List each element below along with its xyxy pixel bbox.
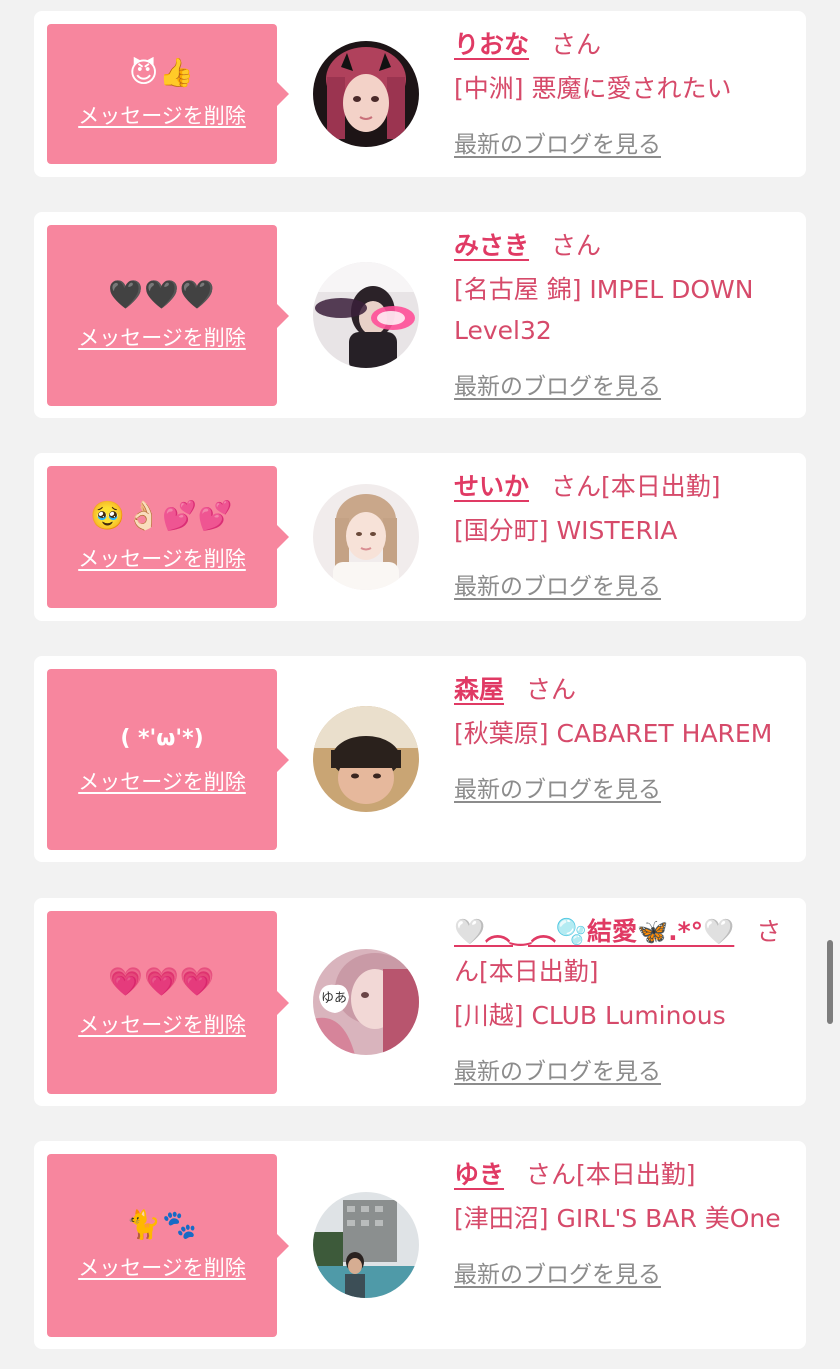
name-line: ゆき さん[本日出勤] bbox=[454, 1155, 784, 1195]
delete-message-link[interactable]: メッセージを削除 bbox=[78, 322, 246, 352]
message-text: 💗💗💗 bbox=[108, 964, 216, 998]
avatar[interactable] bbox=[313, 706, 419, 812]
status-badge: [本日出勤] bbox=[601, 472, 721, 501]
message-bubble: ( *'ω'*) メッセージを削除 bbox=[47, 669, 289, 850]
avatar[interactable] bbox=[313, 41, 419, 147]
delete-message-link[interactable]: メッセージを削除 bbox=[78, 766, 246, 796]
name-line: りおな さん bbox=[454, 25, 784, 65]
latest-blog-link[interactable]: 最新のブログを見る bbox=[454, 1255, 661, 1289]
shop-text: [秋葉原] CABARET HAREM bbox=[454, 719, 773, 748]
message-bubble: 🖤🖤🖤 メッセージを削除 bbox=[47, 225, 289, 406]
svg-text:ゆあ: ゆあ bbox=[321, 991, 347, 1006]
shop-text: [名古屋 錦] IMPEL DOWN Level32 bbox=[454, 275, 754, 345]
status-badge: [本日出勤] bbox=[576, 1160, 696, 1189]
honorific: さん bbox=[526, 1160, 577, 1189]
delete-message-link[interactable]: メッセージを削除 bbox=[78, 1009, 246, 1039]
message-bubble: 😈👍 メッセージを削除 bbox=[47, 24, 289, 164]
avatar[interactable] bbox=[313, 484, 419, 590]
name-line: 🤍︵‿︵🫧結愛🦋.*°🤍 さん[本日出勤] bbox=[454, 912, 784, 992]
cast-name-link[interactable]: ゆき bbox=[454, 1160, 504, 1189]
delete-message-link[interactable]: メッセージを削除 bbox=[78, 100, 246, 130]
shop-text: [中洲] 悪魔に愛されたい bbox=[454, 74, 732, 103]
avatar[interactable] bbox=[313, 262, 419, 368]
shop-text: [津田沼] GIRL'S BAR 美One bbox=[454, 1204, 781, 1233]
shop-text: [川越] CLUB Luminous bbox=[454, 1001, 726, 1030]
status-badge: [本日出勤] bbox=[479, 957, 599, 986]
message-text: 😈👍 bbox=[128, 56, 196, 89]
name-line: せいか さん[本日出勤] bbox=[454, 467, 784, 507]
cast-info: りおな さん [中洲] 悪魔に愛されたい 最新のブログを見る bbox=[454, 25, 784, 159]
message-card: 💗💗💗 メッセージを削除 ゆあ 🤍︵‿︵🫧結愛🦋.*°🤍 さん[本日出勤] [川越… bbox=[34, 898, 806, 1106]
latest-blog-link[interactable]: 最新のブログを見る bbox=[454, 367, 661, 401]
cast-info: ゆき さん[本日出勤] [津田沼] GIRL'S BAR 美One 最新のブログを… bbox=[454, 1155, 784, 1289]
cast-info: 森屋 さん [秋葉原] CABARET HAREM 最新のブログを見る bbox=[454, 670, 784, 804]
latest-blog-link[interactable]: 最新のブログを見る bbox=[454, 770, 661, 804]
avatar[interactable] bbox=[313, 1192, 419, 1298]
message-bubble: 🐈🐾 メッセージを削除 bbox=[47, 1154, 289, 1337]
avatar[interactable]: ゆあ bbox=[313, 949, 419, 1055]
scrollbar[interactable] bbox=[827, 940, 833, 1024]
name-line: 森屋 さん bbox=[454, 670, 784, 710]
cast-name-link[interactable]: 森屋 bbox=[454, 675, 504, 704]
cast-info: 🤍︵‿︵🫧結愛🦋.*°🤍 さん[本日出勤] [川越] CLUB Luminous … bbox=[454, 912, 784, 1086]
message-text: 🥹👌🏻💕💕 bbox=[90, 499, 234, 532]
message-card: ( *'ω'*) メッセージを削除 森屋 さん [秋葉原] CABARET HAR… bbox=[34, 656, 806, 862]
cast-name-link[interactable]: りおな bbox=[454, 30, 529, 59]
message-card: 🖤🖤🖤 メッセージを削除 みさき さん [名古屋 錦] IMPEL DOWN Le… bbox=[34, 212, 806, 418]
name-line: みさき さん bbox=[454, 226, 784, 266]
message-bubble: 🥹👌🏻💕💕 メッセージを削除 bbox=[47, 466, 289, 608]
message-text: 🐈🐾 bbox=[126, 1207, 198, 1241]
cast-name-link[interactable]: 🤍︵‿︵🫧結愛🦋.*°🤍 bbox=[454, 917, 734, 946]
latest-blog-link[interactable]: 最新のブログを見る bbox=[454, 1052, 661, 1086]
honorific: さん bbox=[551, 472, 602, 501]
delete-message-link[interactable]: メッセージを削除 bbox=[78, 1252, 246, 1282]
latest-blog-link[interactable]: 最新のブログを見る bbox=[454, 125, 661, 159]
honorific: さん bbox=[551, 30, 602, 59]
cast-name-link[interactable]: せいか bbox=[454, 472, 529, 501]
latest-blog-link[interactable]: 最新のブログを見る bbox=[454, 567, 661, 601]
message-card: 🥹👌🏻💕💕 メッセージを削除 せいか さん[本日出勤] [国分町] WISTERI… bbox=[34, 453, 806, 621]
message-text: 🖤🖤🖤 bbox=[108, 277, 216, 311]
cast-name-link[interactable]: みさき bbox=[454, 231, 529, 260]
delete-message-link[interactable]: メッセージを削除 bbox=[78, 543, 246, 573]
message-text: ( *'ω'*) bbox=[120, 725, 204, 751]
shop-text: [国分町] WISTERIA bbox=[454, 516, 678, 545]
message-card: 🐈🐾 メッセージを削除 ゆき さん[本日出勤] [津田沼] GIRL'S BAR … bbox=[34, 1141, 806, 1349]
cast-info: せいか さん[本日出勤] [国分町] WISTERIA 最新のブログを見る bbox=[454, 467, 784, 601]
message-bubble: 💗💗💗 メッセージを削除 bbox=[47, 911, 289, 1094]
honorific: さん bbox=[526, 675, 577, 704]
cast-info: みさき さん [名古屋 錦] IMPEL DOWN Level32 最新のブログを… bbox=[454, 226, 784, 401]
honorific: さん bbox=[551, 231, 602, 260]
message-card: 😈👍 メッセージを削除 りおな さん [中洲] 悪魔に愛されたい 最新のブログを見… bbox=[34, 11, 806, 177]
